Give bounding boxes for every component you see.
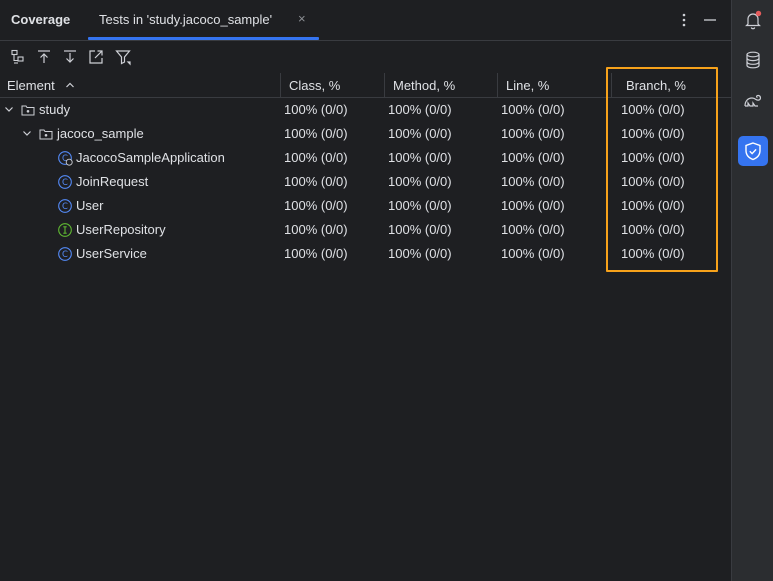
more-options-icon[interactable] bbox=[674, 10, 694, 30]
spring-boot-class-icon: C bbox=[57, 150, 73, 166]
column-divider[interactable] bbox=[384, 73, 385, 97]
row-name: UserRepository bbox=[76, 222, 166, 237]
coverage-toolbar bbox=[0, 41, 731, 73]
table-header: Element Class, % Method, % Line, % Branc… bbox=[0, 73, 731, 98]
column-divider[interactable] bbox=[280, 73, 281, 97]
tool-window-title: Coverage bbox=[11, 12, 71, 27]
gradle-icon[interactable] bbox=[741, 88, 765, 112]
navigate-up-icon[interactable] bbox=[35, 48, 53, 66]
class-coverage-cell: 100% (0/0) bbox=[284, 126, 348, 141]
line-coverage-cell: 100% (0/0) bbox=[501, 198, 565, 213]
coverage-tool-window: Coverage Tests in 'study.jacoco_sample' … bbox=[0, 0, 731, 581]
flatten-packages-icon[interactable] bbox=[9, 48, 27, 66]
line-coverage-cell: 100% (0/0) bbox=[501, 102, 565, 117]
branch-coverage-cell: 100% (0/0) bbox=[621, 174, 685, 189]
svg-text:C: C bbox=[62, 202, 68, 212]
branch-coverage-cell: 100% (0/0) bbox=[621, 222, 685, 237]
method-coverage-cell: 100% (0/0) bbox=[388, 246, 452, 261]
column-header-class[interactable]: Class, % bbox=[289, 78, 340, 93]
branch-coverage-cell: 100% (0/0) bbox=[621, 150, 685, 165]
method-coverage-cell: 100% (0/0) bbox=[388, 126, 452, 141]
row-name: jacoco_sample bbox=[57, 126, 144, 141]
database-icon[interactable] bbox=[741, 48, 765, 72]
notifications-icon[interactable] bbox=[741, 8, 765, 32]
row-name: UserService bbox=[76, 246, 147, 261]
line-coverage-cell: 100% (0/0) bbox=[501, 246, 565, 261]
table-row[interactable]: study 100% (0/0) 100% (0/0) 100% (0/0) 1… bbox=[0, 98, 731, 122]
table-row[interactable]: UserRepository 100% (0/0) 100% (0/0) 100… bbox=[0, 218, 731, 242]
line-coverage-cell: 100% (0/0) bbox=[501, 222, 565, 237]
method-coverage-cell: 100% (0/0) bbox=[388, 222, 452, 237]
method-coverage-cell: 100% (0/0) bbox=[388, 174, 452, 189]
table-row[interactable]: jacoco_sample 100% (0/0) 100% (0/0) 100%… bbox=[0, 122, 731, 146]
line-coverage-cell: 100% (0/0) bbox=[501, 174, 565, 189]
class-coverage-cell: 100% (0/0) bbox=[284, 150, 348, 165]
method-coverage-cell: 100% (0/0) bbox=[388, 150, 452, 165]
class-coverage-cell: 100% (0/0) bbox=[284, 102, 348, 117]
chevron-down-icon[interactable] bbox=[21, 127, 33, 139]
table-row[interactable]: C JacocoSampleApplication 100% (0/0) 100… bbox=[0, 146, 731, 170]
branch-coverage-cell: 100% (0/0) bbox=[621, 126, 685, 141]
package-folder-icon bbox=[38, 126, 54, 142]
right-tool-strip bbox=[731, 0, 773, 581]
table-row[interactable]: C User 100% (0/0) 100% (0/0) 100% (0/0) … bbox=[0, 194, 731, 218]
line-coverage-cell: 100% (0/0) bbox=[501, 150, 565, 165]
class-coverage-cell: 100% (0/0) bbox=[284, 174, 348, 189]
column-header-method[interactable]: Method, % bbox=[393, 78, 455, 93]
row-name: JacocoSampleApplication bbox=[76, 150, 225, 165]
svg-text:C: C bbox=[62, 250, 68, 260]
line-coverage-cell: 100% (0/0) bbox=[501, 126, 565, 141]
class-coverage-cell: 100% (0/0) bbox=[284, 198, 348, 213]
svg-text:C: C bbox=[62, 178, 68, 188]
tab-close-icon[interactable]: × bbox=[298, 11, 306, 26]
interface-icon bbox=[57, 222, 73, 238]
coverage-icon[interactable] bbox=[741, 139, 765, 163]
branch-coverage-cell: 100% (0/0) bbox=[621, 198, 685, 213]
class-icon: C bbox=[57, 198, 73, 214]
method-coverage-cell: 100% (0/0) bbox=[388, 198, 452, 213]
branch-coverage-cell: 100% (0/0) bbox=[621, 246, 685, 261]
table-row[interactable]: C UserService 100% (0/0) 100% (0/0) 100%… bbox=[0, 242, 731, 266]
active-tab-indicator bbox=[88, 37, 319, 40]
tab-label: Tests in 'study.jacoco_sample' bbox=[99, 12, 273, 27]
row-name: User bbox=[76, 198, 104, 213]
open-in-editor-icon[interactable] bbox=[87, 48, 105, 66]
class-icon: C bbox=[57, 246, 73, 262]
row-name: study bbox=[39, 102, 71, 117]
navigate-down-icon[interactable] bbox=[61, 48, 79, 66]
minimize-icon[interactable] bbox=[700, 10, 720, 30]
tab-tests-in-study[interactable]: Tests in 'study.jacoco_sample' × bbox=[88, 0, 319, 40]
sort-ascending-icon bbox=[64, 79, 76, 91]
branch-coverage-cell: 100% (0/0) bbox=[621, 102, 685, 117]
column-header-branch[interactable]: Branch, % bbox=[626, 78, 686, 93]
filter-icon[interactable] bbox=[114, 48, 132, 66]
column-divider[interactable] bbox=[497, 73, 498, 97]
tool-window-header: Coverage Tests in 'study.jacoco_sample' … bbox=[0, 0, 731, 41]
row-name: JoinRequest bbox=[76, 174, 149, 189]
column-divider[interactable] bbox=[611, 73, 612, 97]
package-folder-icon bbox=[20, 102, 36, 118]
table-row[interactable]: C JoinRequest 100% (0/0) 100% (0/0) 100%… bbox=[0, 170, 731, 194]
column-header-line[interactable]: Line, % bbox=[506, 78, 549, 93]
chevron-down-icon[interactable] bbox=[3, 103, 15, 115]
class-icon: C bbox=[57, 174, 73, 190]
class-coverage-cell: 100% (0/0) bbox=[284, 246, 348, 261]
method-coverage-cell: 100% (0/0) bbox=[388, 102, 452, 117]
class-coverage-cell: 100% (0/0) bbox=[284, 222, 348, 237]
column-header-element[interactable]: Element bbox=[7, 78, 55, 93]
